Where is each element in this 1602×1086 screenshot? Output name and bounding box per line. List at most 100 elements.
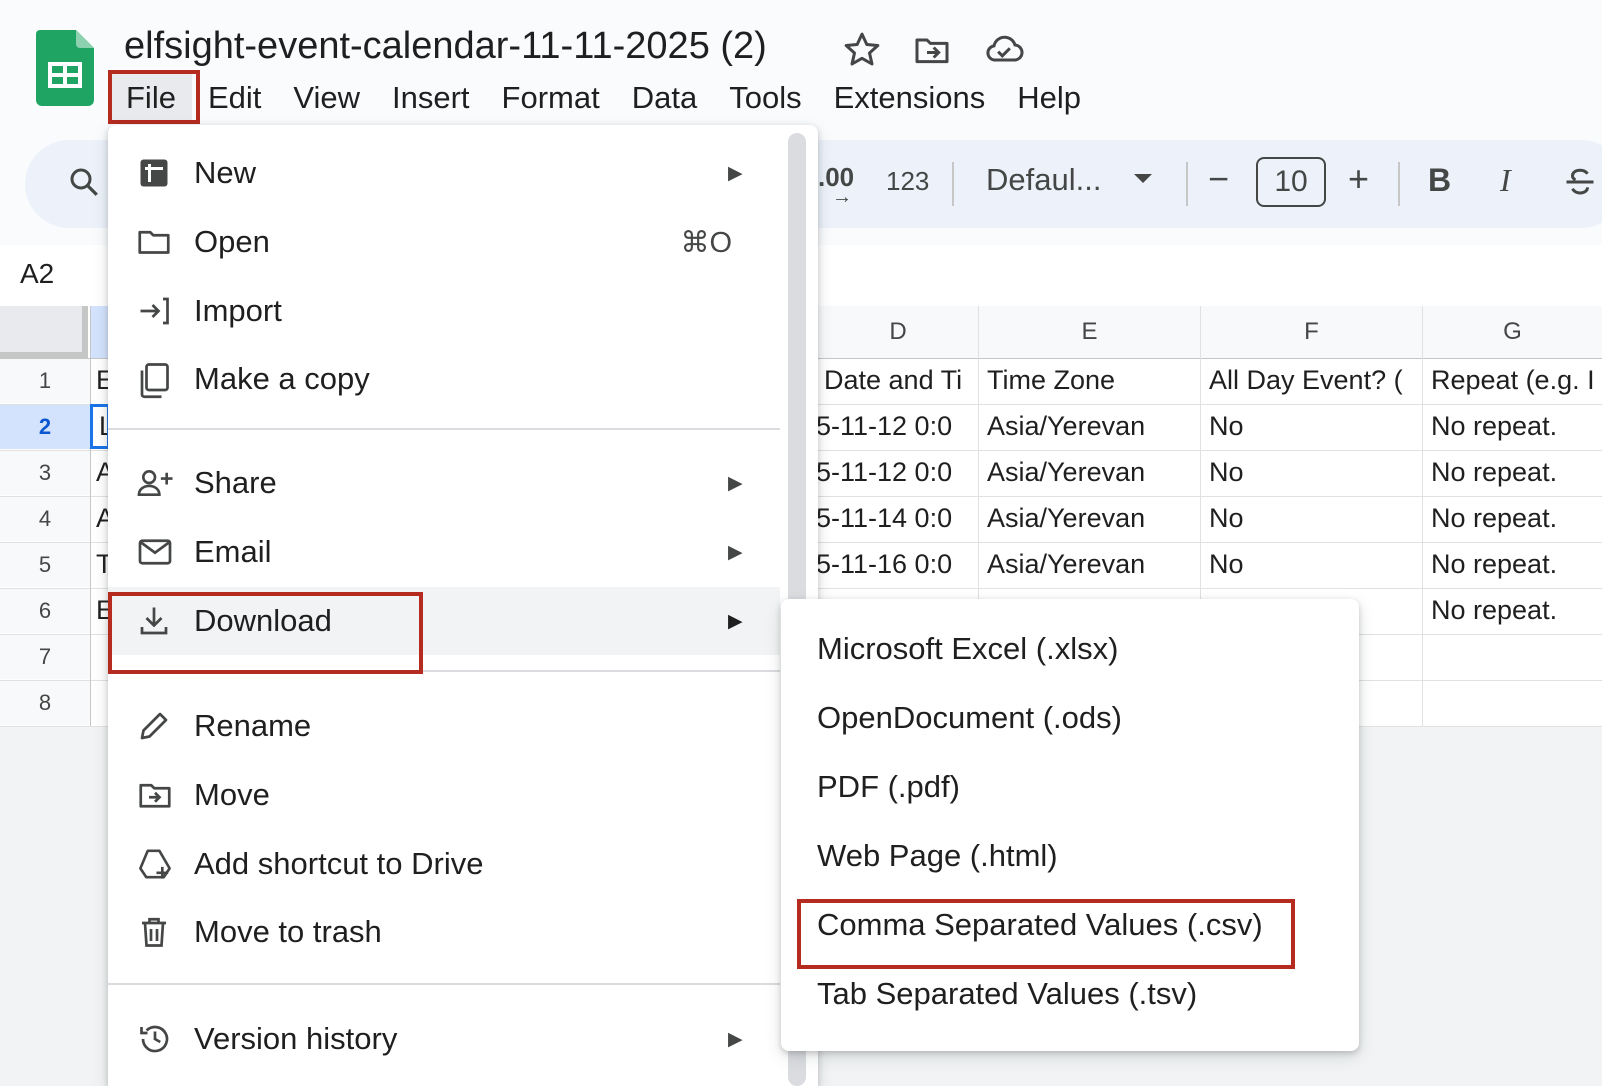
menu-item-version-history[interactable]: Version history ▶ [108,1005,780,1073]
menu-view[interactable]: View [277,74,376,124]
column-header-e[interactable]: E [979,306,1200,358]
download-option-html[interactable]: Web Page (.html) [817,832,1058,880]
increase-font-size-button[interactable]: + [1348,158,1369,200]
menu-insert[interactable]: Insert [376,74,486,124]
strikethrough-icon[interactable] [1562,164,1598,205]
cell-g5[interactable]: No repeat. [1423,542,1602,587]
cell-f4[interactable]: No [1201,496,1422,541]
dropdown-caret-icon[interactable] [1132,172,1154,191]
cell-a3[interactable]: A [90,450,110,495]
select-all-corner[interactable] [0,306,88,358]
menu-extensions[interactable]: Extensions [818,74,1002,124]
download-option-pdf[interactable]: PDF (.pdf) [817,763,960,811]
column-header-a-selected[interactable] [90,306,110,358]
menu-item-make-a-copy[interactable]: Make a copy [108,345,780,413]
cell-f5[interactable]: No [1201,542,1422,587]
download-option-csv[interactable]: Comma Separated Values (.csv) [817,901,1263,949]
move-folder-icon [136,777,172,813]
submenu-arrow-icon: ▶ [728,541,743,563]
menu-item-import[interactable]: Import [108,277,780,345]
row-header-2[interactable]: 2 [0,404,90,449]
cell-d1[interactable]: Date and Ti [818,358,978,403]
row-header-3[interactable]: 3 [0,450,90,495]
drive-shortcut-icon [136,846,172,882]
font-size-input[interactable]: 10 [1256,157,1326,207]
row-header-6[interactable]: 6 [0,588,90,633]
cell-a6[interactable]: E [90,588,110,633]
star-icon[interactable] [842,30,882,70]
cell-e3[interactable]: Asia/Yerevan [979,450,1200,495]
cell-g4[interactable]: No repeat. [1423,496,1602,541]
menu-bar: File Edit View Insert Format Data Tools … [110,74,1097,124]
cell-e1[interactable]: Time Zone [979,358,1200,403]
cell-d4[interactable]: 5-11-14 0:0 [810,496,978,541]
search-menus-icon[interactable] [66,164,102,205]
move-folder-icon[interactable] [912,30,952,70]
cell-a5[interactable]: T [90,542,110,587]
sheets-logo-icon[interactable] [36,30,94,106]
menu-edit[interactable]: Edit [192,74,277,124]
file-menu-dropdown: New ▶ Open ⌘O Import Make a copy Share ▶… [108,125,818,1086]
menu-item-open[interactable]: Open ⌘O [108,208,780,276]
download-option-xlsx[interactable]: Microsoft Excel (.xlsx) [817,625,1118,673]
menu-item-add-shortcut-to-drive[interactable]: Add shortcut to Drive [108,830,780,898]
menu-divider [108,428,780,430]
cell-f2[interactable]: No [1201,404,1422,449]
import-arrow-icon [136,293,172,329]
cell-a1[interactable]: E [90,358,110,403]
download-option-ods[interactable]: OpenDocument (.ods) [817,694,1122,742]
cell-g2[interactable]: No repeat. [1423,404,1602,449]
column-header-d[interactable]: D [818,306,978,358]
download-option-tsv[interactable]: Tab Separated Values (.tsv) [817,970,1197,1018]
cell-d2[interactable]: 5-11-12 0:0 [810,404,978,449]
row-header-5[interactable]: 5 [0,542,90,587]
pencil-edit-icon [136,708,172,744]
menu-item-rename[interactable]: Rename [108,692,780,760]
menu-divider [108,670,780,672]
number-format-button[interactable]: 123 [886,166,929,197]
menu-help[interactable]: Help [1001,74,1097,124]
cell-f3[interactable]: No [1201,450,1422,495]
cell-g3[interactable]: No repeat. [1423,450,1602,495]
row-header-1[interactable]: 1 [0,358,90,403]
increase-decimal-button[interactable]: .00 → [818,162,854,208]
cell-d3[interactable]: 5-11-12 0:0 [810,450,978,495]
submenu-arrow-icon: ▶ [728,472,743,494]
menu-item-download[interactable]: Download ▶ [108,587,780,655]
menu-tools[interactable]: Tools [713,74,817,124]
open-shortcut-text: ⌘O [680,226,732,259]
cell-e2[interactable]: Asia/Yerevan [979,404,1200,449]
download-icon [136,603,172,639]
menu-item-email[interactable]: Email ▶ [108,518,780,586]
menu-item-share[interactable]: Share ▶ [108,449,780,517]
cell-e4[interactable]: Asia/Yerevan [979,496,1200,541]
row-header-4[interactable]: 4 [0,496,90,541]
column-header-f[interactable]: F [1201,306,1422,358]
italic-button[interactable]: I [1500,162,1511,199]
decrease-font-size-button[interactable]: − [1208,158,1229,200]
cell-f1[interactable]: All Day Event? ( [1201,358,1422,403]
menu-item-move-to-trash[interactable]: Move to trash [108,898,780,966]
column-header-g[interactable]: G [1423,306,1602,358]
folder-icon [136,224,172,260]
menu-item-move[interactable]: Move [108,761,780,829]
cell-d5[interactable]: 5-11-16 0:0 [810,542,978,587]
cell-g6[interactable]: No repeat. [1423,588,1602,633]
menu-item-new[interactable]: New ▶ [108,139,780,207]
bold-button[interactable]: B [1428,162,1451,199]
cell-a4[interactable]: A [90,496,110,541]
arrow-right-icon: → [832,186,852,208]
cell-e5[interactable]: Asia/Yerevan [979,542,1200,587]
row-header-8[interactable]: 8 [0,680,90,725]
menu-data[interactable]: Data [616,74,713,124]
row-header-7[interactable]: 7 [0,634,90,679]
name-box[interactable]: A2 [20,254,54,294]
cell-a2-selected[interactable]: L [90,404,110,449]
font-family-select[interactable]: Defaul... [986,162,1101,198]
cloud-saved-icon[interactable] [982,30,1024,70]
document-title[interactable]: elfsight-event-calendar-11-11-2025 (2) [124,20,767,72]
menu-file[interactable]: File [110,74,192,124]
cell-g1[interactable]: Repeat (e.g. I [1423,358,1602,403]
menu-divider [108,983,780,985]
menu-format[interactable]: Format [486,74,616,124]
